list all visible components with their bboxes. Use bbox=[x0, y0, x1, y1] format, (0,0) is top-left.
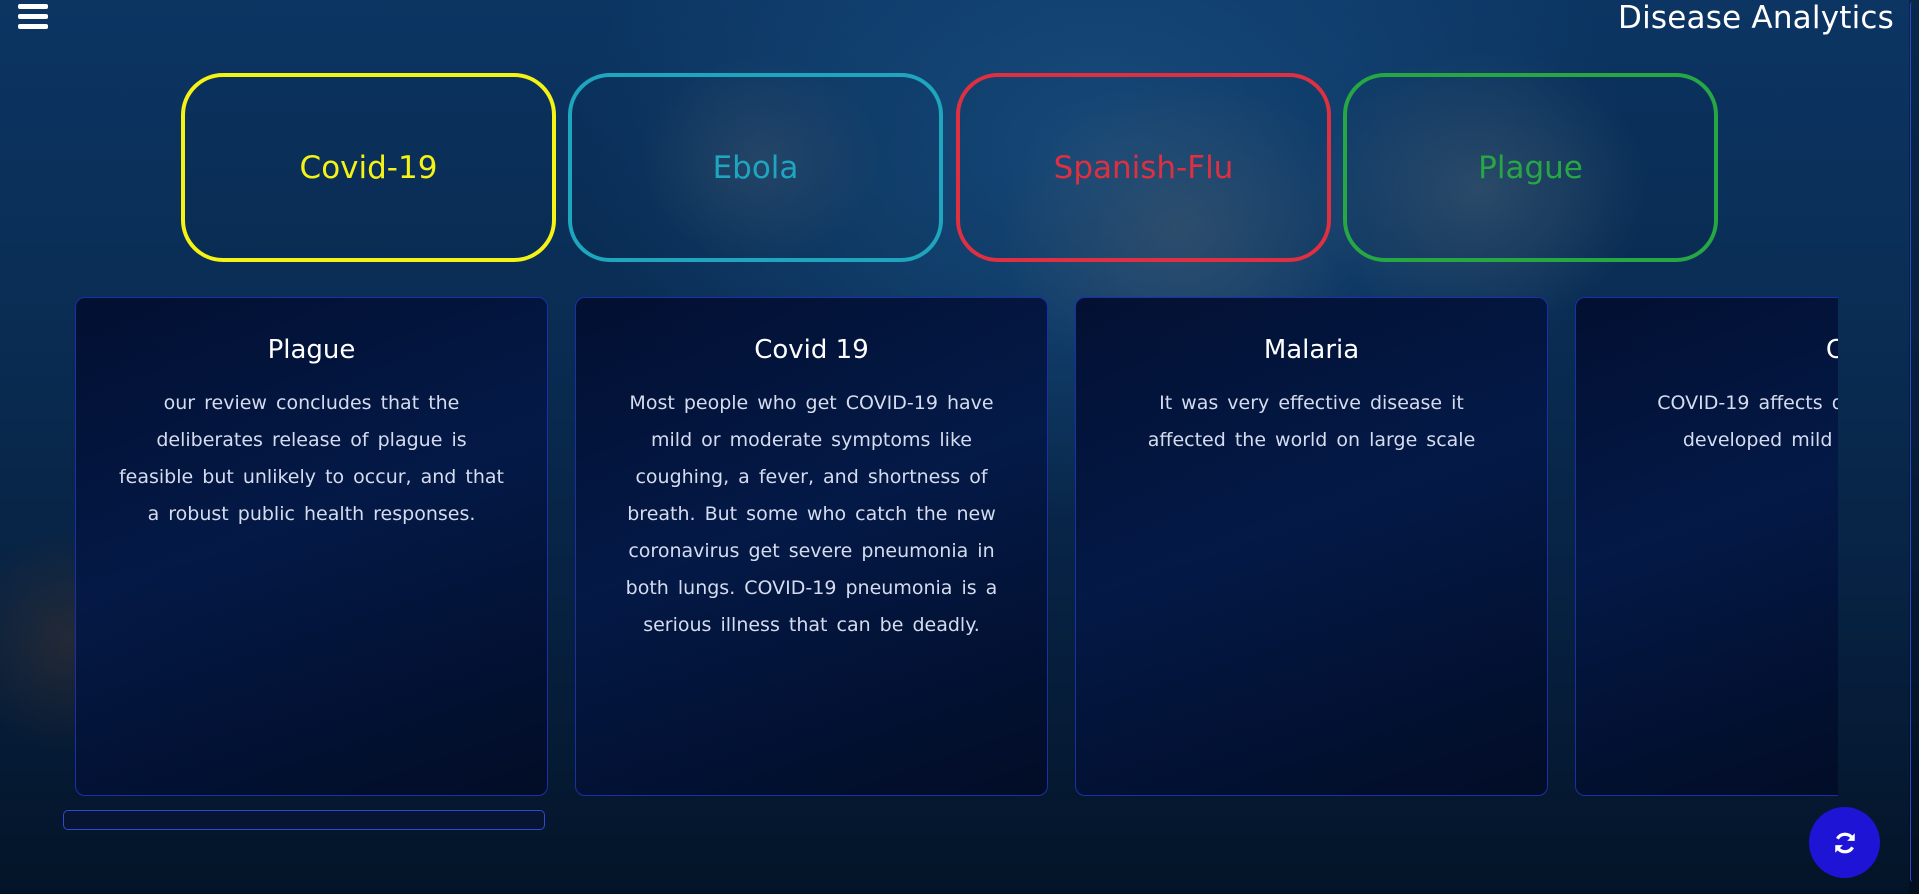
tab-spanish-flu[interactable]: Spanish-Flu bbox=[956, 73, 1331, 262]
card-description: our review concludes that the deliberate… bbox=[118, 392, 504, 525]
refresh-button[interactable] bbox=[1809, 807, 1880, 878]
disease-card-covid: Covid COVID-19 affects diffe different w… bbox=[1575, 297, 1838, 796]
disease-card-covid-19: Covid 19 Most people who get COVID-19 ha… bbox=[575, 297, 1048, 796]
card-title: Plague bbox=[267, 335, 356, 365]
tab-label: Spanish-Flu bbox=[1053, 149, 1234, 186]
card-description: Most people who get COVID-19 have mild o… bbox=[625, 392, 998, 636]
disease-tabs: Covid-19 Ebola Spanish-Flu Plague bbox=[181, 73, 1721, 262]
top-bar: Disease Analytics bbox=[0, 0, 1919, 42]
tab-label: Plague bbox=[1478, 149, 1583, 186]
hamburger-menu-icon[interactable] bbox=[18, 4, 48, 30]
app-title: Disease Analytics bbox=[1618, 0, 1894, 36]
tab-covid-19[interactable]: Covid-19 bbox=[181, 73, 556, 262]
card-description: It was very effective disease it affecte… bbox=[1147, 392, 1476, 451]
card-title: Covid 19 bbox=[754, 335, 869, 365]
page-scrollbar[interactable] bbox=[1909, 0, 1919, 894]
disease-card-carousel: Plague our review concludes that the del… bbox=[74, 297, 1838, 800]
card-title: Covid bbox=[1576, 335, 1838, 365]
disease-card-malaria: Malaria It was very effective disease it… bbox=[1075, 297, 1548, 796]
carousel-scrollbar[interactable] bbox=[63, 810, 545, 830]
tab-ebola[interactable]: Ebola bbox=[568, 73, 943, 262]
refresh-icon bbox=[1834, 832, 1855, 853]
tab-label: Ebola bbox=[712, 149, 799, 186]
tab-plague[interactable]: Plague bbox=[1343, 73, 1718, 262]
tab-label: Covid-19 bbox=[299, 149, 438, 186]
card-title: Malaria bbox=[1263, 335, 1360, 365]
card-description: COVID-19 affects diffe different ways .M… bbox=[1657, 392, 1838, 451]
disease-card-plague: Plague our review concludes that the del… bbox=[75, 297, 548, 796]
